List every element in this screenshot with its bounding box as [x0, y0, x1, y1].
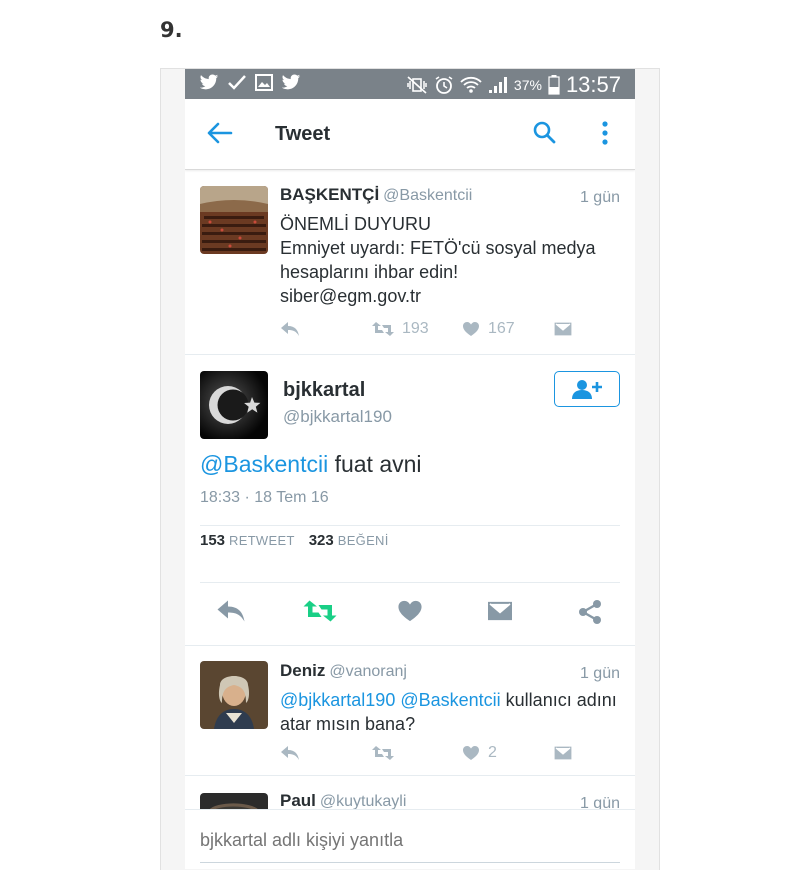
like-count: 2 [488, 744, 497, 761]
tweet-time: 1 gün [579, 189, 620, 206]
follow-button[interactable] [554, 371, 620, 407]
mention-link[interactable]: @Baskentcii [200, 451, 328, 477]
tweet-text: ÖNEMLİ DUYURU Emniyet uyardı: FETÖ'cü so… [280, 212, 596, 308]
clock: 13:57 [565, 72, 621, 97]
direct-message-button[interactable] [554, 746, 572, 760]
retweet-count: 193 [402, 320, 429, 337]
tweet-text-line: siber@egm.gov.tr [280, 286, 421, 306]
divider [200, 525, 620, 526]
tweet-row[interactable]: BAŞKENTÇİ @Baskentcii 1 gün ÖNEMLİ DUYURU… [185, 170, 635, 355]
mention-link[interactable]: @bjkkartal190 [280, 690, 395, 710]
add-user-icon [572, 380, 602, 399]
envelope-icon [554, 322, 572, 336]
battery-icon [548, 75, 560, 95]
reply-input[interactable] [200, 830, 620, 851]
reply-icon [281, 322, 299, 336]
phone-screen: 37% 13:57 Tweet BAŞKENTÇİ @Baskentcii 1 g… [185, 69, 635, 869]
reply-icon [281, 746, 299, 760]
author-name[interactable]: Paul [280, 791, 316, 810]
input-underline [200, 862, 620, 863]
like-count: 167 [488, 320, 515, 337]
retweet-icon [372, 322, 394, 336]
app-bar: Tweet [185, 99, 635, 170]
like-label: BEĞENİ [337, 533, 389, 548]
retweet-icon [372, 746, 394, 760]
author-handle[interactable]: @Baskentcii [383, 187, 472, 204]
author-handle[interactable]: @bjkkartal190 [283, 407, 392, 427]
tweet-timestamp: 18:33 · 18 Tem 16 [200, 489, 329, 506]
twitter-notification-icon [199, 74, 219, 90]
envelope-icon [554, 746, 572, 760]
direct-message-button[interactable] [554, 322, 572, 336]
share-icon[interactable] [577, 599, 603, 625]
avatar[interactable] [200, 186, 268, 254]
like-total[interactable]: 323 [309, 532, 334, 549]
avatar[interactable] [200, 661, 268, 729]
alarm-icon [435, 76, 453, 94]
heart-icon [463, 746, 479, 760]
page-title: Tweet [275, 123, 331, 145]
search-icon[interactable] [532, 120, 556, 144]
retweet-total[interactable]: 153 [200, 532, 225, 549]
tweet-text-line: Emniyet uyardı: FETÖ'cü sosyal medya [280, 238, 596, 258]
retweet-button[interactable]: 193 [372, 320, 462, 338]
tweet-action-bar [185, 583, 635, 643]
main-tweet-text: @Baskentcii fuat avni [200, 451, 422, 477]
reply-button[interactable] [280, 745, 372, 761]
heart-icon [463, 322, 479, 336]
page-number: 9. [160, 18, 183, 42]
envelope-icon[interactable] [487, 601, 513, 621]
author-name[interactable]: Deniz [280, 661, 325, 680]
reply-button[interactable] [280, 321, 372, 337]
battery-percent: 37% [513, 77, 542, 93]
tweet-time: 1 gün [579, 665, 620, 682]
author-handle[interactable]: @kuytukayli [320, 793, 407, 810]
retweet-button[interactable] [372, 745, 462, 761]
wifi-icon [460, 76, 482, 93]
reply-icon[interactable] [215, 599, 247, 623]
twitter-notification-icon [281, 74, 301, 90]
tweet-row[interactable]: Deniz @vanoranj 1 gün @bjkkartal190 @Bask… [185, 646, 635, 776]
tweet-text-line: hesaplarını ihbar edin! [280, 262, 459, 282]
check-icon [228, 75, 246, 90]
reply-bar [185, 809, 635, 869]
retweet-label: RETWEET [229, 533, 295, 548]
tweet-text: @bjkkartal190 @Baskentcii kullanıcı adın… [280, 690, 617, 734]
tweet-text-line: ÖNEMLİ DUYURU [280, 214, 432, 234]
like-button[interactable]: 167 [462, 320, 554, 338]
retweet-icon[interactable] [303, 599, 337, 623]
avatar[interactable] [200, 371, 268, 439]
overflow-menu-icon[interactable] [602, 121, 608, 145]
author-handle[interactable]: @vanoranj [329, 663, 407, 680]
back-arrow-icon[interactable] [207, 122, 233, 144]
like-button[interactable]: 2 [462, 744, 554, 762]
heart-icon[interactable] [397, 599, 423, 623]
tweet-stats: 153 RETWEET 323 BEĞENİ [200, 532, 403, 549]
mention-link[interactable]: @Baskentcii [400, 690, 500, 710]
author-name[interactable]: bjkkartal [283, 379, 365, 402]
author-name[interactable]: BAŞKENTÇİ [280, 185, 379, 204]
vibrate-mute-icon [407, 76, 427, 94]
signal-icon [488, 77, 507, 93]
main-tweet: bjkkartal @bjkkartal190 @Baskentcii fuat… [185, 355, 635, 646]
status-bar: 37% 13:57 [185, 69, 635, 99]
image-notification-icon [255, 74, 273, 91]
